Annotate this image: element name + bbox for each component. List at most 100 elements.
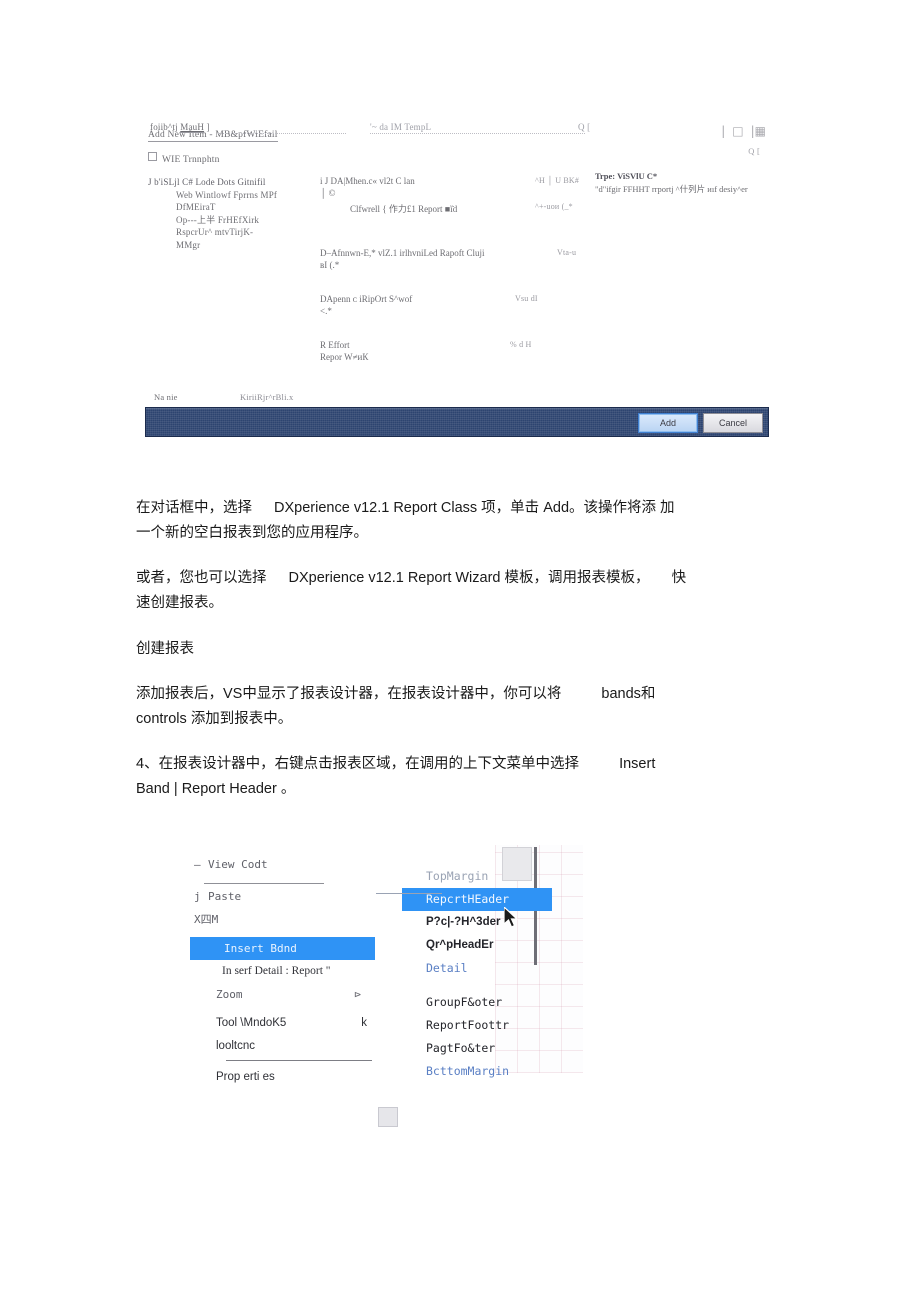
menu-item-label: X四M — [194, 913, 219, 926]
menu-item-delete[interactable]: X四M — [190, 908, 375, 931]
template-list-item[interactable]: i J DA|Mhen.c« vl2t C lan — [320, 176, 415, 186]
dialog-subtitle: WIE Trnnphtn — [148, 152, 220, 165]
template-list-item[interactable]: Clfwrell { 作力£1 Report ■ï̈d — [350, 202, 457, 215]
chevron-right-icon: ⊳ — [354, 988, 361, 1001]
name-label: Na nie — [154, 392, 178, 402]
paragraph-3: 添加报表后，VS中显示了报表设计器，在报表设计器中，你可以将 bands和 co… — [136, 682, 776, 732]
p3-text-e: 和 — [640, 686, 656, 702]
dash-icon: – — [194, 858, 201, 871]
menu-item-zoom[interactable]: Zoom ⊳ — [190, 983, 375, 1006]
tree-child-item[interactable]: Op---上半 FrHEfXirk — [148, 214, 323, 227]
search-input[interactable]: MauH — [180, 122, 205, 133]
menu-item-label: Paste — [208, 890, 242, 903]
template-type-label: Trpe: ViSVlU C* — [595, 171, 658, 181]
close-icon[interactable]: |▦ — [751, 124, 766, 138]
p4-text-a: 4、在报表设计器中，右键点击报表区域，在调用的上下文菜单中选择 — [136, 756, 580, 772]
name-input[interactable]: KiriiRjr^rBli.x — [240, 392, 294, 402]
sort-underline — [370, 133, 585, 134]
template-item-meta: Vta-u — [557, 248, 577, 257]
tree-child-item[interactable]: MMgr — [148, 239, 323, 252]
menu-item-paste[interactable]: j Paste — [190, 885, 375, 908]
paragraph-4: 4、在报表设计器中，右键点击报表区域，在调用的上下文菜单中选择 Insert B… — [136, 752, 776, 802]
submenu-item-label: Qr^pHeadEr — [426, 939, 494, 951]
menu-item-tool-windows[interactable]: Tool \MndoK5 k — [190, 1012, 375, 1035]
menu-item-view-code[interactable]: – View Codt — [190, 853, 375, 876]
tree-child-item[interactable]: RspcrUr^ mtvTirjK- — [148, 226, 323, 239]
p1-text-c: 项，单击 — [481, 500, 540, 516]
menu-divider — [226, 1060, 372, 1061]
p2-line-2: 速创建报表。 — [136, 595, 223, 611]
name-field-row[interactable]: Na nie KiriiRjr^rBli.x — [154, 392, 293, 402]
p2-text-c: 模板，调用报表模板， — [504, 570, 650, 586]
checkbox-icon[interactable] — [148, 152, 157, 161]
submenu-item-label: RepcrtHEader — [426, 892, 510, 906]
menu-item-properties[interactable]: Prop erti es — [190, 1066, 375, 1089]
dialog-action-bar: Add Cancel — [145, 407, 769, 437]
p1-text-f: 加 — [660, 500, 675, 516]
p1-term-report-class: DXperience v12.1 Report Class — [274, 500, 478, 516]
add-button[interactable]: Add — [638, 413, 698, 433]
window-extra-label: Q [ — [748, 146, 760, 156]
template-item-meta: % d H — [510, 340, 532, 349]
template-list-item[interactable]: DApenn ᴄ iRipOrt S^wof — [320, 294, 412, 304]
submenu-item-label: GroupF&oter — [426, 995, 503, 1009]
submenu-item-label: Detail — [426, 961, 468, 975]
template-description: "d"ifgir FFHHT rrportj ^什列片 иıf desiy^er — [595, 184, 748, 194]
p2-term-report-wizard: DXperience v12.1 Report Wizard — [288, 570, 501, 586]
paste-icon: j — [194, 890, 201, 903]
p2-text-a: 或者，您也可以选择 — [136, 570, 267, 586]
submenu-item-report-header[interactable]: RepcrtHEader — [402, 888, 552, 911]
p3-text-a: 添加报表后， — [136, 686, 223, 702]
template-list-item[interactable]: R Effort — [320, 340, 350, 350]
p3-term-bands: bands — [601, 686, 641, 702]
p2-text-d: 快 — [671, 570, 687, 586]
submenu-item-group-footer[interactable]: GroupF&oter — [402, 991, 552, 1014]
search-underline — [218, 133, 346, 134]
sort-label[interactable]: '~ da IM TempL — [370, 122, 431, 132]
insert-band-submenu[interactable]: TopMargin RepcrtHEader P?c|-?H^3der Qr^p… — [402, 865, 552, 1083]
menu-item-label: View Codt — [208, 858, 268, 871]
menu-item-insert-detail-report[interactable]: In serf Detail : Report " — [190, 960, 375, 983]
maximize-icon[interactable]: □ — [732, 124, 743, 138]
search-end: ] — [206, 122, 210, 132]
submenu-item-page-header[interactable]: P?c|-?H^3der — [402, 911, 552, 934]
p4-text-b: 。 — [280, 781, 296, 797]
menu-item-label: Zoom — [216, 988, 243, 1001]
search-label: foiib^tj MauH ] — [150, 122, 210, 133]
tree-root-item[interactable]: J b'iSLjl C# Lode Dots Gitnifil — [148, 176, 323, 189]
sort-end-label: Q [ — [578, 122, 591, 132]
template-category-tree[interactable]: J b'iSLjl C# Lode Dots Gitnifil Web Wint… — [148, 176, 323, 251]
context-menu[interactable]: – View Codt j Paste X四M Insert Bdnd In s… — [190, 853, 375, 1089]
menu-item-label: Tool \MndoK5 — [216, 1017, 287, 1029]
submenu-item-bottom-margin[interactable]: BcttomMargin — [402, 1060, 552, 1083]
template-list-item[interactable]: <.* — [320, 306, 332, 316]
menu-item-insert-band[interactable]: Insert Bdnd — [190, 937, 375, 960]
submenu-item-report-footer[interactable]: ReportFoottr — [402, 1014, 552, 1037]
submenu-item-group-header[interactable]: Qr^pHeadEr — [402, 934, 552, 957]
p3-term-vs: VS — [223, 686, 243, 702]
p1-line-2: 一个新的空白报表到您的应用程序。 — [136, 525, 368, 541]
window-controls[interactable]: | □ |▦ — [721, 124, 766, 138]
template-list-item[interactable]: │ © — [320, 188, 335, 198]
menu-item-label: Prop erti es — [216, 1071, 275, 1083]
menu-item-toolbars[interactable]: looltcnc — [190, 1035, 375, 1058]
submenu-leader-line — [376, 893, 442, 894]
dialog-search-row[interactable]: foiib^tj MauH ] '~ da IM TempL Q [ — [140, 122, 591, 138]
submenu-item-label: ReportFoottr — [426, 1018, 510, 1032]
submenu-item-detail[interactable]: Detail — [402, 957, 552, 980]
cancel-button[interactable]: Cancel — [703, 413, 763, 433]
template-item-meta: ^Η │ U BK# — [535, 176, 580, 185]
p3-term-controls: controls — [136, 711, 187, 727]
tree-child-item[interactable]: DfMEiraT — [148, 201, 323, 214]
template-list-item[interactable]: Repor W≠иК — [320, 352, 368, 362]
minimize-icon[interactable]: | — [721, 124, 725, 138]
menu-item-label: looltcnc — [216, 1040, 255, 1052]
p3-line-2-b: 添加到报表中。 — [190, 711, 293, 727]
section-heading: 创建报表 — [136, 637, 776, 662]
submenu-item-page-footer[interactable]: PagtFo&ter — [402, 1037, 552, 1060]
template-list-item[interactable]: D–Afnnwn-E,* vlZ.1 irlhvniLed Rapoft Clu… — [320, 248, 484, 258]
submenu-item-top-margin[interactable]: TopMargin — [402, 865, 552, 888]
dialog-subtitle-text: WIE Trnnphtn — [162, 155, 220, 165]
template-list-item[interactable]: вІ (.* — [320, 260, 339, 270]
tree-child-item[interactable]: Web Wintlowf Fprrns MPf — [148, 189, 323, 202]
